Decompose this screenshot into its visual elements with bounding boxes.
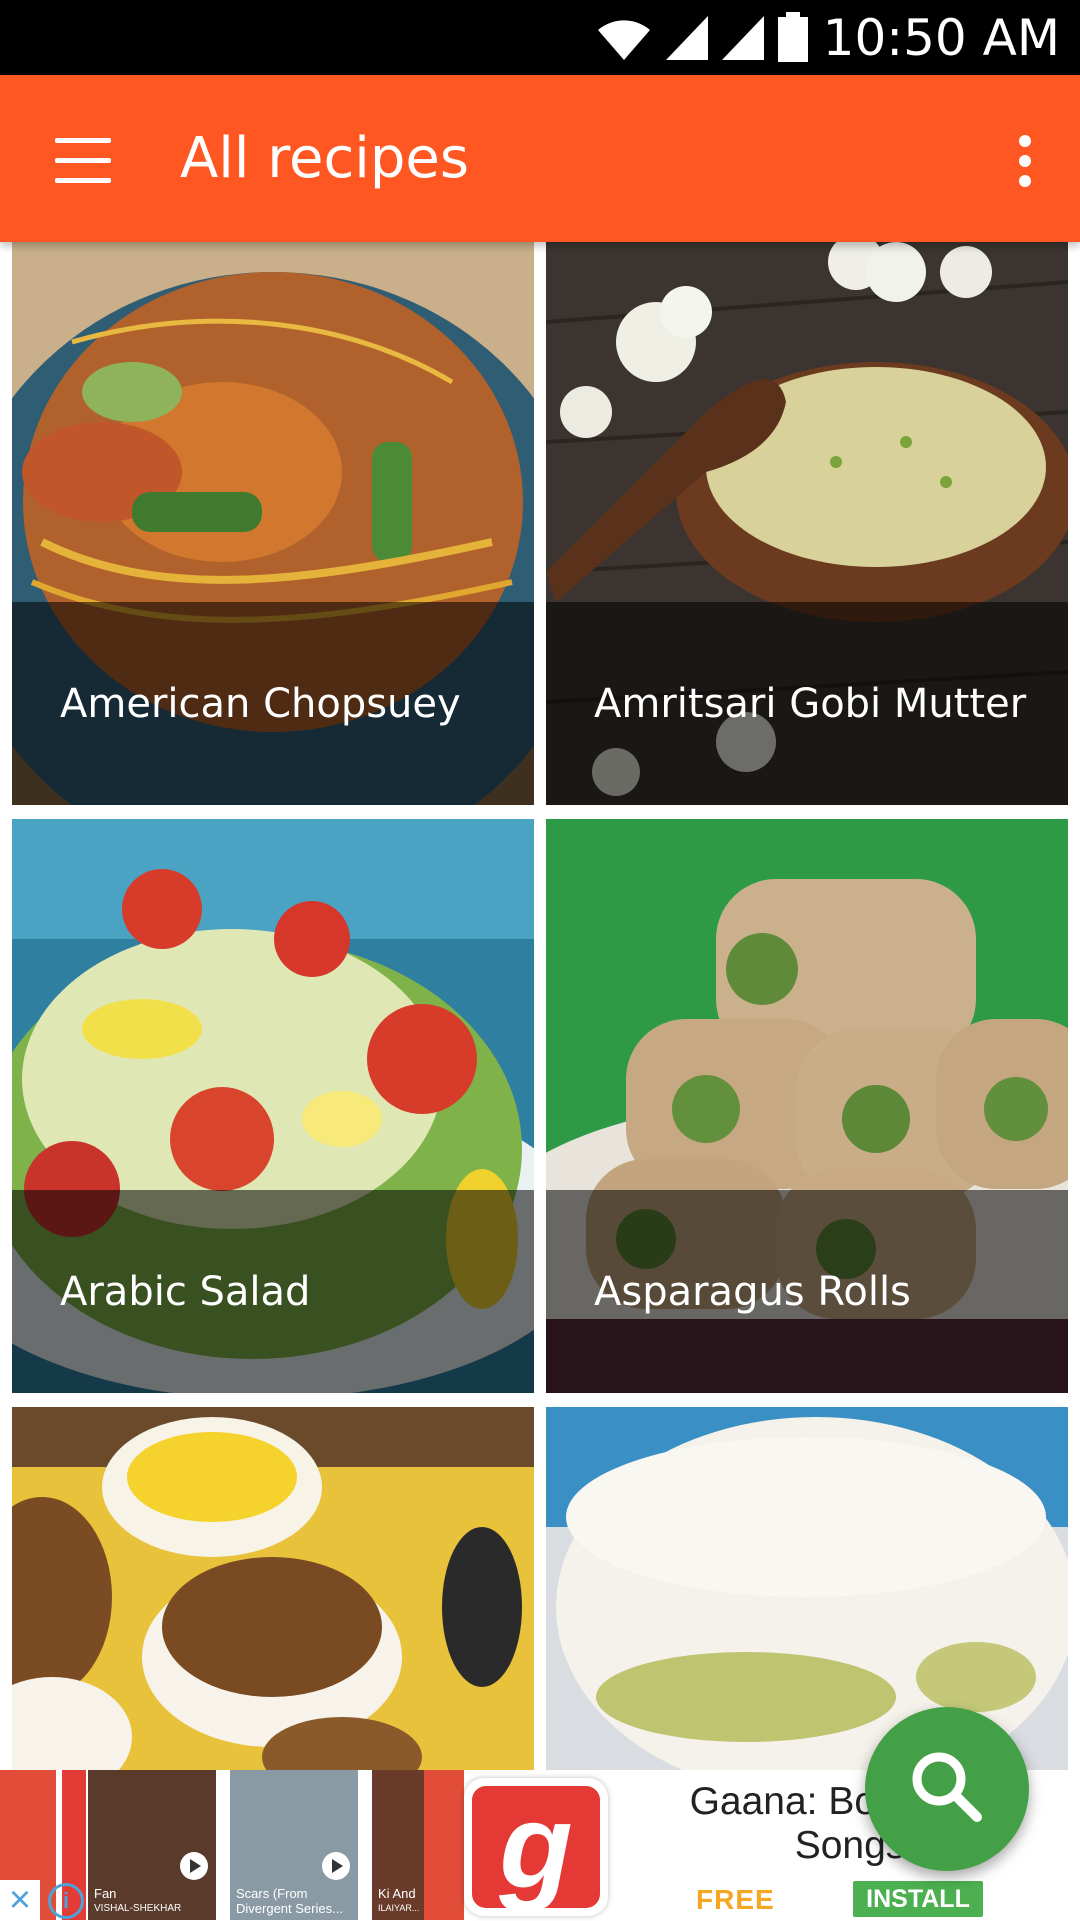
recipe-card[interactable]: Arabic Salad bbox=[12, 819, 534, 1393]
ad-thumb-caption: Scars (From Divergent Series... bbox=[236, 1886, 343, 1916]
app-bar: All recipes bbox=[0, 75, 1080, 242]
search-icon bbox=[912, 1752, 982, 1822]
play-icon bbox=[180, 1852, 208, 1880]
ad-thumb: Ki And ILAIYAR... bbox=[372, 1770, 424, 1920]
ad-thumb-caption: Fan VISHAL-SHEKHAR bbox=[94, 1886, 182, 1914]
recipe-title: Arabic Salad bbox=[60, 1269, 311, 1315]
ad-thumb-caption: Ki And ILAIYAR... bbox=[378, 1886, 420, 1913]
recipe-photo bbox=[12, 1407, 534, 1770]
ad-price: FREE bbox=[696, 1884, 775, 1915]
recipe-title: American Chopsuey bbox=[60, 681, 461, 727]
recipe-title: Amritsari Gobi Mutter bbox=[594, 681, 1027, 727]
recipe-card[interactable] bbox=[12, 1407, 534, 1770]
play-icon bbox=[322, 1852, 350, 1880]
install-button[interactable]: INSTALL bbox=[853, 1881, 983, 1917]
info-icon[interactable]: i bbox=[48, 1883, 84, 1919]
signal-icon-2 bbox=[722, 16, 764, 60]
status-icons bbox=[594, 12, 810, 62]
recipe-card[interactable]: American Chopsuey bbox=[12, 242, 534, 805]
battery-icon bbox=[778, 12, 808, 62]
status-bar: 10:50 AM bbox=[0, 0, 1080, 75]
search-button[interactable] bbox=[865, 1707, 1029, 1871]
page-title: All recipes bbox=[180, 126, 469, 191]
ad-thumb-edge bbox=[424, 1770, 464, 1920]
close-icon[interactable]: × bbox=[0, 1880, 40, 1920]
hamburger-menu-icon[interactable] bbox=[40, 115, 130, 205]
recipe-card[interactable]: Amritsari Gobi Mutter bbox=[546, 242, 1068, 805]
recipe-title: Asparagus Rolls bbox=[594, 1269, 911, 1315]
recipe-card[interactable]: Asparagus Rolls bbox=[546, 819, 1068, 1393]
more-vertical-icon[interactable] bbox=[990, 115, 1060, 205]
app-logo: g bbox=[464, 1778, 608, 1916]
ad-thumb: Fan VISHAL-SHEKHAR bbox=[88, 1770, 216, 1920]
signal-icon bbox=[666, 16, 708, 60]
status-time: 10:50 AM bbox=[822, 9, 1060, 67]
ad-thumb: Scars (From Divergent Series... bbox=[230, 1770, 358, 1920]
wifi-icon bbox=[598, 20, 650, 61]
